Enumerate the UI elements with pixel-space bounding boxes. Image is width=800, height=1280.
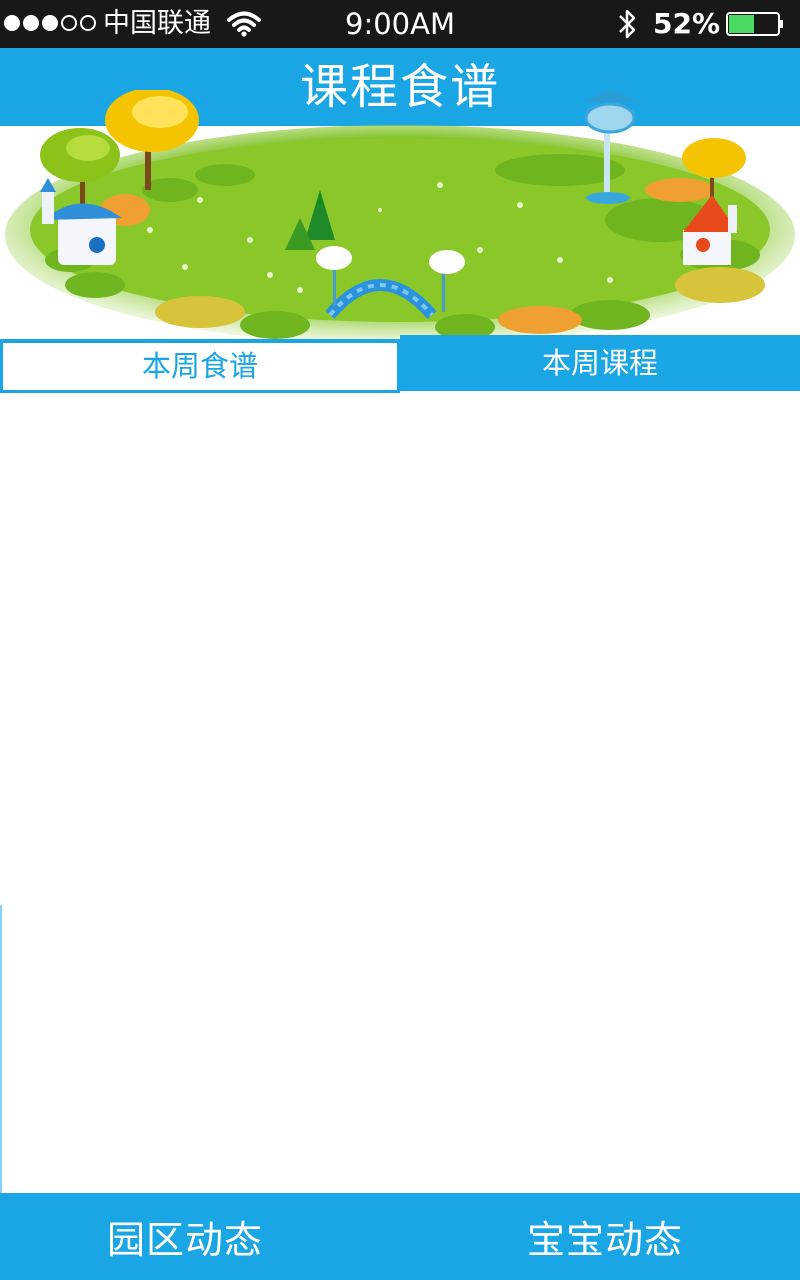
tab-weekly-courses-label: 本周课程 — [541, 346, 658, 380]
kindergarten-garden-illustration — [5, 90, 795, 345]
bluetooth-icon — [619, 9, 636, 39]
tab-weekly-menu-label: 本周食谱 — [141, 349, 258, 383]
bottom-nav: 园区动态 宝宝动态 — [0, 1193, 800, 1280]
nav-campus-news-button[interactable]: 园区动态 — [0, 1193, 385, 1280]
tab-weekly-menu[interactable]: 本周食谱 — [0, 339, 400, 393]
battery-percent: 52% — [653, 7, 721, 40]
content-scroll-edge — [0, 905, 2, 1193]
tab-bar: 本周食谱 本周课程 — [0, 335, 800, 393]
nav-baby-news-button[interactable]: 宝宝动态 — [405, 1193, 800, 1280]
battery-icon — [726, 12, 783, 36]
status-bar: 中国联通 9:00AM 52% — [0, 0, 800, 48]
tab-content-area — [0, 393, 800, 1193]
tab-weekly-courses[interactable]: 本周课程 — [400, 335, 800, 391]
